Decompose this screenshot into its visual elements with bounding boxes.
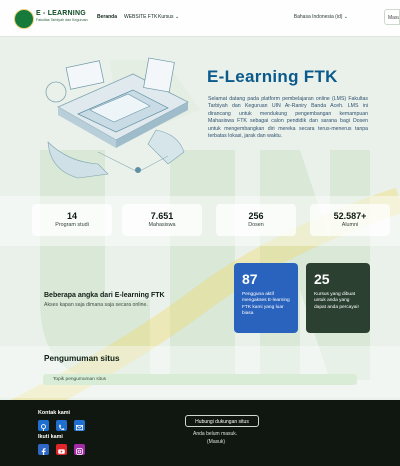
- stat-label: Alumni: [341, 222, 359, 228]
- brand-subtitle: Fakultas Tarbiyah dan Keguruan: [36, 18, 88, 22]
- stats-strip: 14 Program studi 7.651 Mahasiswa 256 Dos…: [0, 196, 400, 246]
- contact-heading: Kontak kami: [38, 410, 71, 416]
- stat-program-studi: 14 Program studi: [32, 204, 112, 236]
- top-navbar: E - LEARNING Fakultas Tarbiyah dan Kegur…: [0, 0, 400, 37]
- card-text: Kursus yang dibuat untuk anda yang dapat…: [314, 292, 359, 310]
- stat-alumni: 52.587+ Alumni: [310, 204, 390, 236]
- instagram-icon[interactable]: [74, 444, 85, 455]
- nav-beranda[interactable]: Beranda: [97, 14, 117, 20]
- stat-label: Dosen: [248, 222, 264, 228]
- login-status-text: Anda belum masuk.: [193, 431, 238, 437]
- youtube-icon[interactable]: [56, 444, 67, 455]
- site-logo[interactable]: [14, 9, 34, 29]
- phone-icon[interactable]: [56, 420, 67, 431]
- stat-mahasiswa: 7.651 Mahasiswa: [122, 204, 202, 236]
- language-selector[interactable]: Bahasa Indonesia (id) ⌄: [294, 14, 348, 20]
- footer-login-link[interactable]: (Masuk): [207, 439, 225, 445]
- hero-illustration: [45, 57, 189, 179]
- hero-title: E-Learning FTK: [207, 67, 338, 86]
- facebook-icon[interactable]: [38, 444, 49, 455]
- hero-description: Selamat datang pada platform pembelajara…: [208, 96, 368, 140]
- email-icon[interactable]: [74, 420, 85, 431]
- stat-value: 14: [66, 211, 77, 221]
- stat-dosen: 256 Dosen: [216, 204, 296, 236]
- announcement-topic-link[interactable]: Topik pengumuman situs: [43, 374, 357, 385]
- stat-value: 256: [248, 211, 264, 221]
- courses-card: 25 Kursus yang dibuat untuk anda yang da…: [306, 263, 370, 333]
- card-value: 25: [314, 271, 330, 287]
- card-text: Pengguna aktif mengakses E-learning FTK …: [242, 292, 290, 316]
- stat-label: Program studi: [55, 222, 89, 228]
- footer: Kontak kami Ikuti kami Hubungi dukungan …: [0, 400, 400, 466]
- contact-support-button[interactable]: Hubungi dukungan situs: [185, 415, 259, 427]
- stat-value: 7.651: [150, 211, 174, 221]
- follow-heading: Ikuti kami: [38, 434, 63, 440]
- active-users-card: 87 Pengguna aktif mengakses E-learning F…: [234, 263, 298, 333]
- stat-value: 52.587+: [333, 211, 367, 221]
- numbers-heading: Beberapa angka dari E-learning FTK: [44, 292, 165, 299]
- brand-name[interactable]: E - LEARNING Fakultas Tarbiyah dan Kegur…: [36, 10, 88, 23]
- announcements-heading: Pengumuman situs: [44, 354, 120, 363]
- nav-website-ftk[interactable]: WEBSITE FTK: [124, 14, 157, 20]
- nav-kursus-dropdown[interactable]: Kursus ⌄: [158, 14, 179, 20]
- login-button[interactable]: Masuk: [384, 9, 400, 25]
- stat-label: Mahasiswa: [148, 222, 176, 228]
- map-icon[interactable]: [38, 420, 49, 431]
- brand-title: E - LEARNING: [36, 10, 86, 17]
- card-value: 87: [242, 271, 258, 287]
- numbers-subheading: Akses kapan saja dimana saja secara onli…: [44, 302, 148, 308]
